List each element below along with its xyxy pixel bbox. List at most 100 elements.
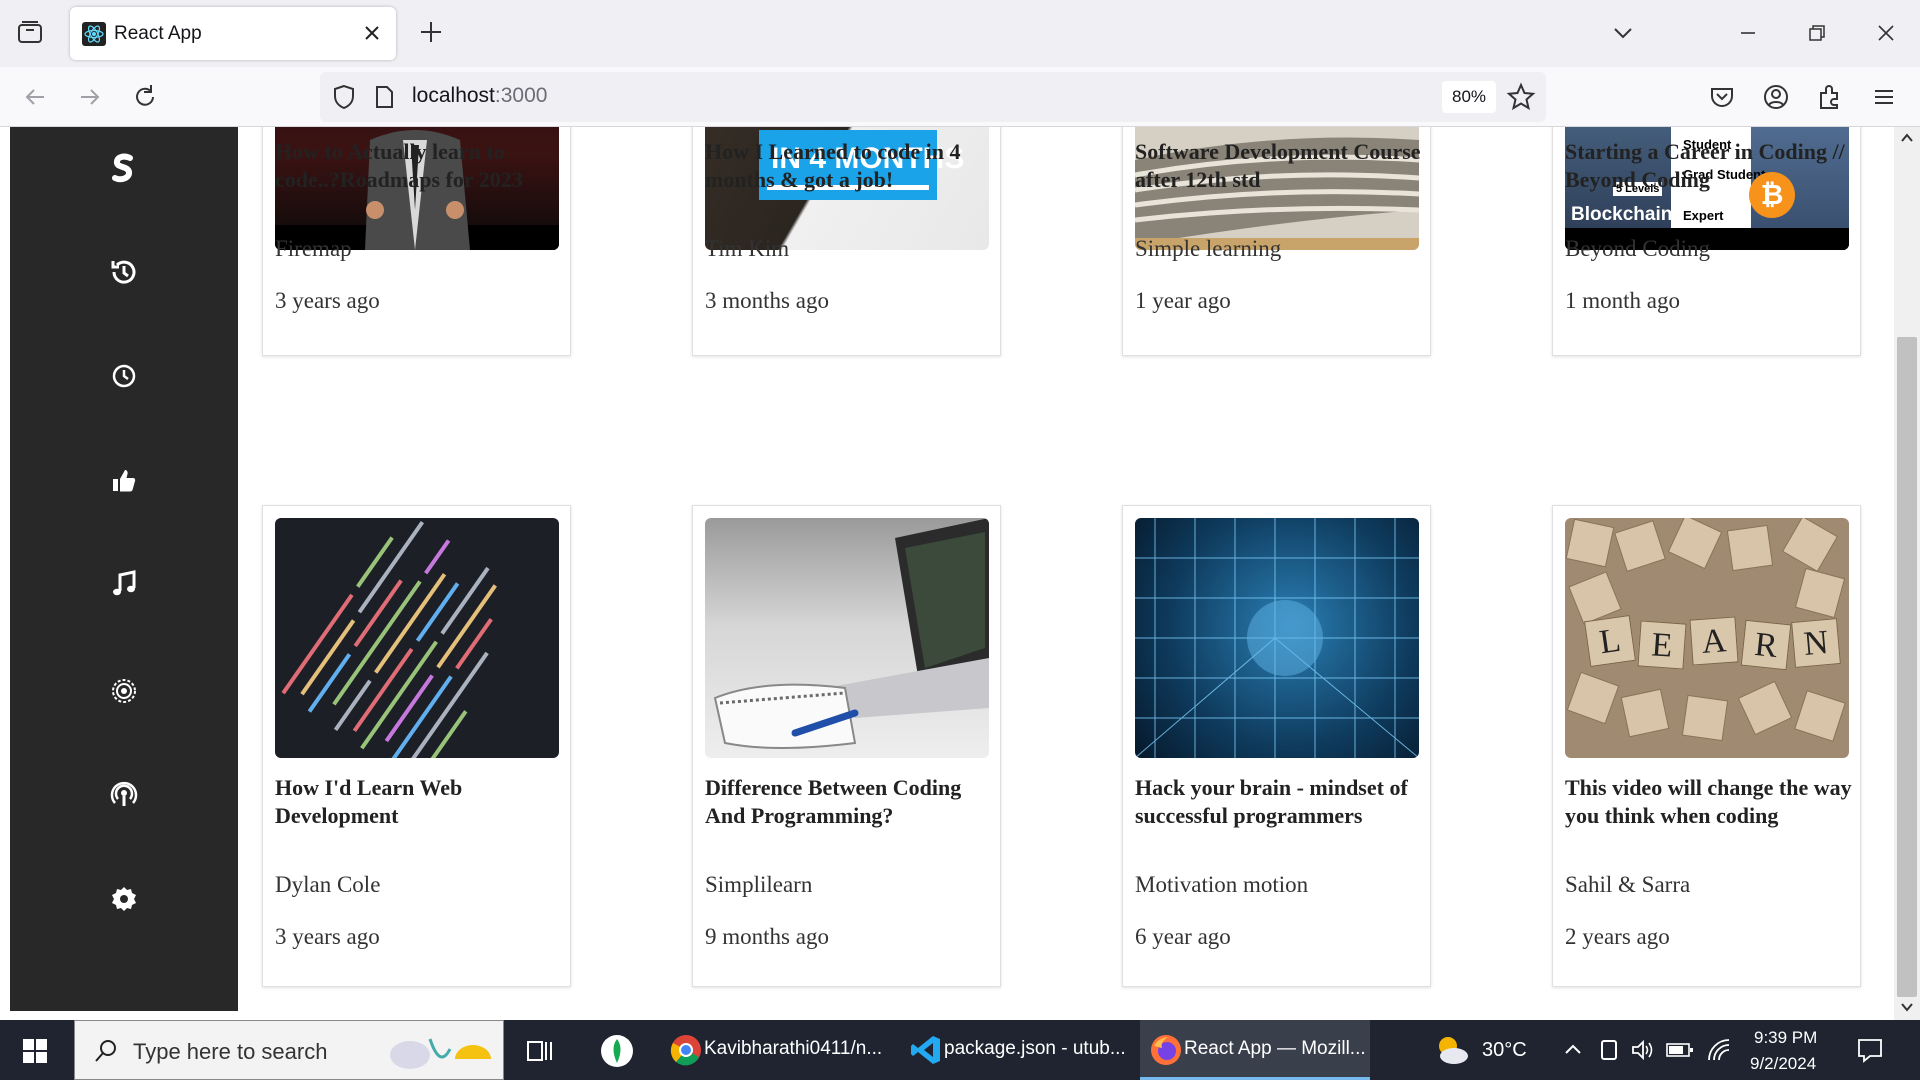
upload-age: 1 year ago: [1135, 288, 1231, 313]
video-title[interactable]: Software Development Course after 12th s…: [1135, 138, 1425, 194]
stack-logo-icon[interactable]: [108, 153, 140, 185]
video-card[interactable]: Hack your brain - mindset of successful …: [1122, 505, 1431, 987]
volume-icon[interactable]: [1630, 1039, 1654, 1061]
back-icon[interactable]: [20, 82, 50, 112]
close-tab-icon[interactable]: [360, 21, 384, 45]
menu-icon[interactable]: [1869, 82, 1899, 112]
video-title[interactable]: This video will change the way you think…: [1565, 774, 1855, 830]
forward-icon[interactable]: [75, 82, 105, 112]
device-icon[interactable]: [1598, 1038, 1620, 1062]
tray-chevron-icon[interactable]: [1564, 1042, 1582, 1056]
channel-name: Beyond Coding: [1565, 236, 1711, 261]
video-title[interactable]: Difference Between Coding And Programmin…: [705, 774, 995, 830]
video-card[interactable]: L E A R N This video will change the way…: [1552, 505, 1861, 987]
restore-icon[interactable]: [1802, 18, 1832, 48]
bookmark-star-icon[interactable]: [1506, 82, 1536, 112]
video-card[interactable]: Software Development Course after 12th s…: [1122, 127, 1431, 356]
extensions-icon[interactable]: [1815, 82, 1845, 112]
upload-age: 9 months ago: [705, 924, 829, 949]
tab-list-icon[interactable]: [16, 18, 44, 46]
upload-age: 3 years ago: [275, 288, 380, 313]
video-card[interactable]: Student Grad Student Expert 5 Levels Blo…: [1552, 127, 1861, 356]
taskbar-app-label: Kavibharathi0411/n...: [704, 1038, 883, 1059]
history-icon[interactable]: [108, 256, 140, 288]
music-note-icon[interactable]: [108, 569, 140, 601]
url-bar[interactable]: localhost:3000 80%: [320, 72, 1546, 122]
task-view-icon[interactable]: [526, 1038, 554, 1064]
channel-name: Sahil & Sarra: [1565, 872, 1691, 897]
scroll-down-icon[interactable]: [1900, 1000, 1914, 1014]
taskbar-app-firefox[interactable]: React App — Mozill...: [1140, 1020, 1370, 1080]
browser-tab[interactable]: React App: [70, 7, 396, 60]
upload-age: 3 years ago: [275, 924, 380, 949]
channel-name: Tim Kim: [705, 236, 790, 261]
pocket-icon[interactable]: [1707, 82, 1737, 112]
clock-time[interactable]: 9:39 PM: [1754, 1028, 1817, 1048]
shield-icon[interactable]: [330, 83, 358, 111]
windows-start-icon[interactable]: [22, 1038, 48, 1064]
page-viewport: How to Actually learn to code..?Roadmaps…: [0, 127, 1894, 1020]
react-favicon-icon: [82, 22, 106, 46]
scroll-up-icon[interactable]: [1900, 131, 1914, 145]
video-thumbnail[interactable]: [275, 518, 559, 758]
zoom-badge[interactable]: 80%: [1442, 81, 1497, 113]
video-title[interactable]: How I Learned to code in 4 months & got …: [705, 138, 995, 194]
live-icon[interactable]: [108, 675, 140, 707]
tab-title: React App: [114, 23, 202, 44]
search-placeholder: Type here to search: [133, 1039, 328, 1064]
search-icon: [95, 1040, 116, 1062]
mongodb-compass-icon[interactable]: [600, 1034, 634, 1068]
video-thumbnail[interactable]: L E A R N: [1565, 518, 1849, 758]
video-title[interactable]: How I'd Learn Web Development: [275, 774, 565, 830]
battery-icon[interactable]: [1666, 1042, 1694, 1058]
close-window-icon[interactable]: [1871, 18, 1901, 48]
video-card[interactable]: How to Actually learn to code..?Roadmaps…: [262, 127, 571, 356]
reload-icon[interactable]: [130, 82, 160, 112]
video-title[interactable]: Starting a Career in Coding // Beyond Co…: [1565, 138, 1855, 194]
upload-age: 6 year ago: [1135, 924, 1231, 949]
wifi-icon[interactable]: [1706, 1038, 1732, 1062]
channel-name: Motivation motion: [1135, 872, 1309, 897]
page-info-icon[interactable]: [372, 84, 396, 110]
channel-name: Simple learning: [1135, 236, 1282, 261]
page-scrollbar[interactable]: [1894, 127, 1920, 1020]
video-title[interactable]: Hack your brain - mindset of successful …: [1135, 774, 1425, 830]
account-icon[interactable]: [1761, 82, 1791, 112]
code-screen-image: [281, 521, 497, 758]
taskbar-search[interactable]: Type here to search: [74, 1020, 504, 1080]
thumbs-up-icon[interactable]: [108, 465, 140, 497]
digital-brain-image: [1135, 518, 1419, 758]
taskbar-app-chrome[interactable]: Kavibharathi0411/n...: [660, 1020, 890, 1080]
minimize-icon[interactable]: [1733, 18, 1763, 48]
gear-icon[interactable]: [108, 883, 140, 915]
firefox-icon: [1151, 1035, 1181, 1065]
clock-date[interactable]: 9/2/2024: [1750, 1054, 1816, 1074]
video-card[interactable]: Difference Between Coding And Programmin…: [692, 505, 1001, 987]
weather-icon[interactable]: [1432, 1032, 1472, 1068]
taskbar-app-label: React App — Mozill...: [1184, 1038, 1366, 1059]
podcast-icon[interactable]: [108, 779, 140, 811]
chevron-down-icon[interactable]: [1608, 18, 1638, 48]
new-tab-icon[interactable]: [418, 19, 444, 45]
video-card[interactable]: How I'd Learn Web Development Dylan Cole…: [262, 505, 571, 987]
channel-name: Simplilearn: [705, 872, 813, 897]
notifications-icon[interactable]: [1856, 1036, 1884, 1064]
windows-taskbar: Type here to search Kavibharathi0411/n..…: [0, 1020, 1920, 1080]
url-text[interactable]: localhost:3000: [412, 84, 547, 108]
upload-age: 1 month ago: [1565, 288, 1680, 313]
search-highlight-icon: [390, 1038, 491, 1069]
sidebar: [10, 127, 238, 1011]
scrollbar-thumb[interactable]: [1897, 337, 1917, 997]
taskbar-app-label: package.json - utub...: [944, 1038, 1126, 1059]
video-title[interactable]: How to Actually learn to code..?Roadmaps…: [275, 138, 565, 194]
navigation-toolbar: localhost:3000 80%: [0, 67, 1920, 127]
video-thumbnail[interactable]: [705, 518, 989, 758]
video-thumbnail[interactable]: [1135, 518, 1419, 758]
upload-age: 2 years ago: [1565, 924, 1670, 949]
laptop-notebook-image: [713, 518, 989, 749]
video-card[interactable]: IN 4 MONTHS How I Learned to code in 4 m…: [692, 127, 1001, 356]
taskbar-app-vscode[interactable]: package.json - utub...: [900, 1020, 1130, 1080]
chrome-icon: [670, 1035, 701, 1066]
weather-temp[interactable]: 30°C: [1482, 1039, 1527, 1062]
clock-icon[interactable]: [108, 360, 140, 392]
